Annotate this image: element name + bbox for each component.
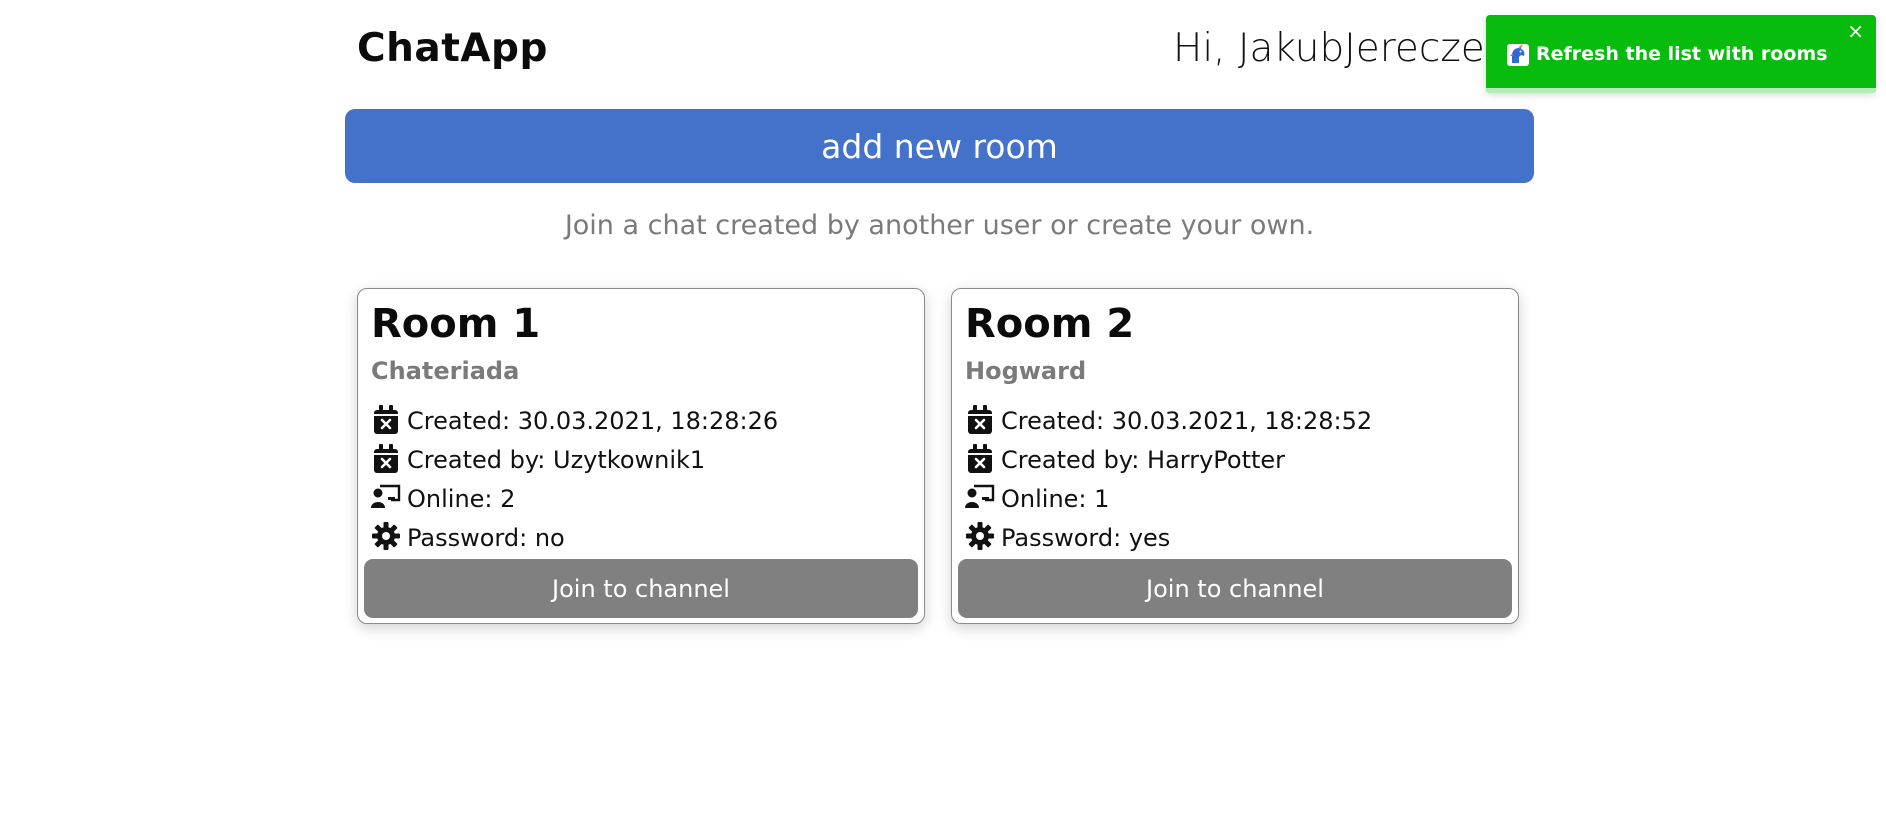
room-password-row: Password: yes xyxy=(965,520,1170,556)
room-created-by-row: Created by: Uzytkownik1 xyxy=(371,442,705,478)
unicorn-icon xyxy=(1506,43,1530,67)
chalkboard-user-icon xyxy=(371,483,401,515)
room-title: Room 1 xyxy=(371,301,541,347)
room-created-text: Created: 30.03.2021, 18:28:52 xyxy=(1001,407,1373,435)
add-new-room-button[interactable]: add new room xyxy=(345,109,1534,183)
join-channel-button[interactable]: Join to channel xyxy=(364,559,918,618)
room-created-by-text: Created by: Uzytkownik1 xyxy=(407,446,706,474)
toast-progress-bar xyxy=(1486,88,1876,93)
room-online-text: Online: 2 xyxy=(407,485,516,513)
page-subtitle: Join a chat created by another user or c… xyxy=(564,210,1315,241)
room-created-row: Created: 30.03.2021, 18:28:52 xyxy=(965,403,1372,439)
user-greeting: Hi, JakubJereczek xyxy=(1173,26,1508,71)
calendar-x-icon xyxy=(965,444,995,476)
room-created-text: Created: 30.03.2021, 18:28:26 xyxy=(407,407,779,435)
room-created-row: Created: 30.03.2021, 18:28:26 xyxy=(371,403,778,439)
room-name: Hogward xyxy=(965,357,1087,385)
room-password-text: Password: yes xyxy=(1001,524,1171,552)
room-online-text: Online: 1 xyxy=(1001,485,1110,513)
toast-notification[interactable]: Refresh the list with rooms × xyxy=(1486,15,1876,93)
app-brand[interactable]: ChatApp xyxy=(357,26,548,71)
join-channel-button[interactable]: Join to channel xyxy=(958,559,1512,618)
room-online-row: Online: 2 xyxy=(371,481,515,517)
room-card: Room 2 Hogward Created: 30.03.2021, 18:2… xyxy=(951,288,1519,624)
chalkboard-user-icon xyxy=(965,483,995,515)
room-password-row: Password: no xyxy=(371,520,565,556)
toast-close-icon[interactable]: × xyxy=(1847,21,1864,41)
room-created-by-text: Created by: HarryPotter xyxy=(1001,446,1286,474)
toast-message: Refresh the list with rooms xyxy=(1536,43,1828,65)
room-card: Room 1 Chateriada Created: 30.03.2021, 1… xyxy=(357,288,925,624)
room-title: Room 2 xyxy=(965,301,1135,347)
room-created-by-row: Created by: HarryPotter xyxy=(965,442,1285,478)
room-online-row: Online: 1 xyxy=(965,481,1109,517)
gear-icon xyxy=(371,522,401,554)
calendar-x-icon xyxy=(965,405,995,437)
room-name: Chateriada xyxy=(371,357,520,385)
calendar-x-icon xyxy=(371,444,401,476)
calendar-x-icon xyxy=(371,405,401,437)
gear-icon xyxy=(965,522,995,554)
room-password-text: Password: no xyxy=(407,524,565,552)
